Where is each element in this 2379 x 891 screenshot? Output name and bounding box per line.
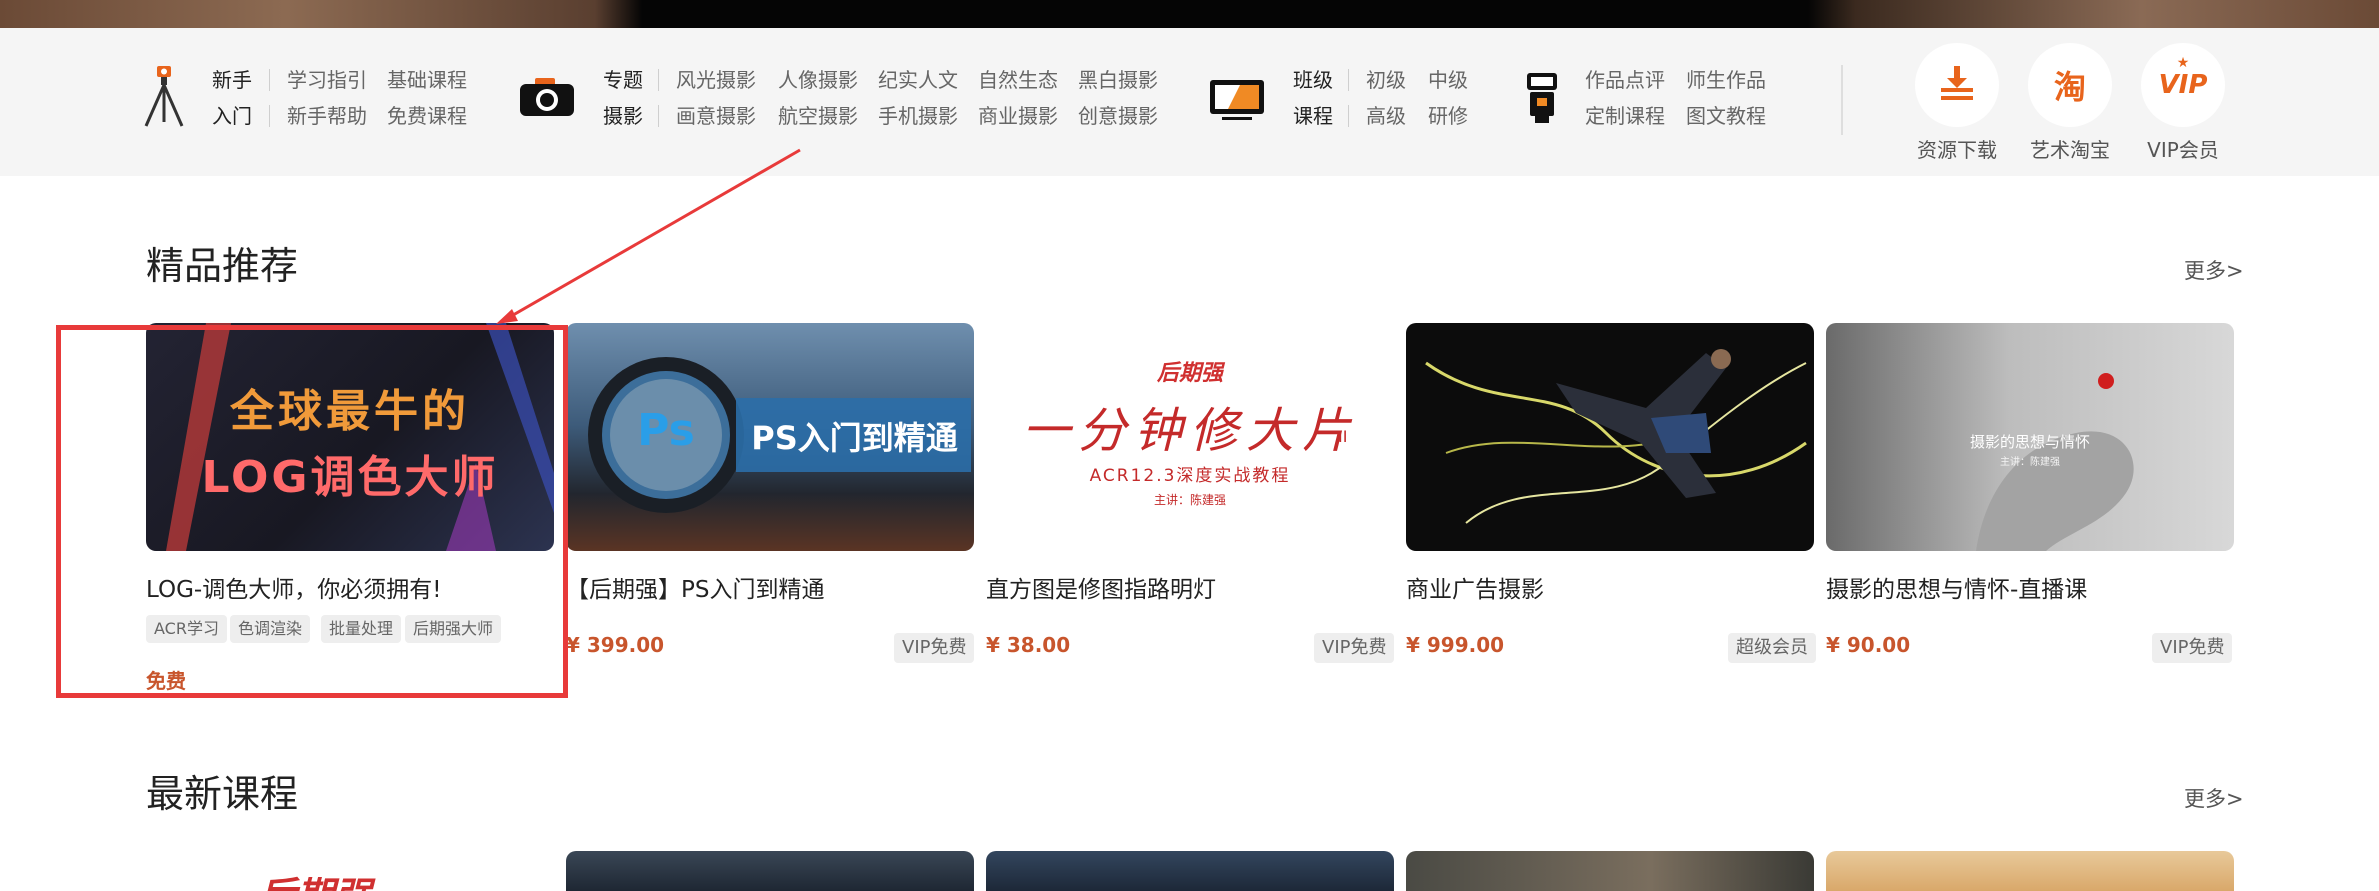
nav-head-rumen[interactable]: 入门 [212, 104, 252, 128]
vip-crown-icon: ★ [2176, 55, 2190, 71]
nav-head-sheying[interactable]: 摄影 [603, 104, 643, 128]
nav-head-banji[interactable]: 班级 [1293, 68, 1333, 92]
nav-separator [1348, 105, 1349, 127]
flash-icon [1524, 70, 1560, 130]
latest-card-1-image[interactable]: 后期强 [146, 851, 554, 891]
nav-link-portrait[interactable]: 人像摄影 [778, 68, 858, 92]
nav-link-free-course[interactable]: 免费课程 [387, 104, 467, 128]
nav-separator [269, 105, 270, 127]
monitor-icon [1208, 78, 1266, 126]
card-3-image-subtitle: ACR12.3深度实战教程 [1089, 466, 1291, 486]
nav-link-student-works[interactable]: 师生作品 [1686, 68, 1766, 92]
nav-link-commercial[interactable]: 商业摄影 [978, 104, 1058, 128]
nav-link-black-white[interactable]: 黑白摄影 [1078, 68, 1158, 92]
latest-section-title: 最新课程 [146, 772, 299, 816]
tripod-icon [142, 64, 186, 132]
card-4-title[interactable]: 商业广告摄影 [1406, 570, 1544, 604]
latest-card-1-brand: 后期强 [258, 865, 372, 891]
card-3-image-headline: 一分钟修大片 [1021, 403, 1358, 459]
card-5-price: ¥ 90.00 [1826, 633, 1911, 657]
featured-section-title: 精品推荐 [146, 244, 299, 288]
nav-separator [658, 105, 659, 127]
latest-card-2-image[interactable] [566, 851, 974, 891]
card-3-badge: VIP免费 [1314, 633, 1395, 663]
vip-button[interactable]: ★ VIP [2141, 43, 2225, 127]
nav-link-study-guide[interactable]: 学习指引 [287, 68, 367, 92]
download-icon [1937, 63, 1977, 107]
card-1-title[interactable]: LOG-调色大师，你必须拥有! [146, 570, 441, 604]
nav-link-custom-course[interactable]: 定制课程 [1585, 104, 1665, 128]
taobao-button[interactable]: 淘 [2028, 43, 2112, 127]
nav-link-aerial[interactable]: 航空摄影 [778, 104, 858, 128]
card-3-image-lecturer: 主讲：陈建强 [1153, 493, 1226, 507]
latest-more-link[interactable]: 更多> [2184, 783, 2244, 813]
nav-link-text-tutorial[interactable]: 图文教程 [1686, 104, 1766, 128]
nav-divider [1841, 65, 1843, 135]
nav-link-newbie-help[interactable]: 新手帮助 [287, 104, 367, 128]
nav-link-advanced[interactable]: 高级 [1366, 104, 1406, 128]
vip-label[interactable]: VIP会员 [2113, 134, 2253, 163]
top-banner-image [0, 0, 2379, 28]
nav-separator [1348, 69, 1349, 91]
card-1-image-line2: LOG调色大师 [201, 452, 499, 503]
card-5-title[interactable]: 摄影的思想与情怀-直播课 [1826, 570, 2087, 604]
card-1-tag[interactable]: 批量处理 [321, 615, 402, 643]
nav-link-documentary[interactable]: 纪实人文 [878, 68, 958, 92]
card-1-tag[interactable]: ACR学习 [146, 615, 227, 643]
card-2-image[interactable]: Ps PS入门到精通 [566, 323, 974, 551]
card-2-price: ¥ 399.00 [566, 633, 665, 657]
card-3-image-brand: 后期强 [1156, 361, 1223, 386]
nav-link-creative[interactable]: 创意摄影 [1078, 104, 1158, 128]
featured-more-link[interactable]: 更多> [2184, 255, 2244, 285]
card-4-badge: 超级会员 [1728, 633, 1816, 663]
vip-icon: VIP [2158, 70, 2208, 100]
card-3-title[interactable]: 直方图是修图指路明灯 [986, 570, 1216, 604]
card-5-image-title: 摄影的思想与情怀 [1969, 433, 2090, 451]
nav-link-work-review[interactable]: 作品点评 [1585, 68, 1665, 92]
nav-head-kecheng[interactable]: 课程 [1293, 104, 1333, 128]
download-button[interactable] [1915, 43, 1999, 127]
card-3-price: ¥ 38.00 [986, 633, 1071, 657]
card-4-image[interactable] [1406, 323, 1814, 551]
card-2-title[interactable]: 【后期强】PS入门到精通 [566, 570, 824, 604]
card-1-price: 免费 [146, 669, 186, 693]
nav-link-mobile[interactable]: 手机摄影 [878, 104, 958, 128]
card-2-badge: VIP免费 [894, 633, 975, 663]
nav-head-zhuanti[interactable]: 专题 [603, 68, 643, 92]
card-2-image-ps: Ps [637, 405, 695, 456]
card-4-price: ¥ 999.00 [1406, 633, 1505, 657]
card-3-image[interactable]: 后期强 一分钟修大片 II ACR12.3深度实战教程 主讲：陈建强 [986, 323, 1394, 551]
nav-head-xinshou[interactable]: 新手 [212, 68, 252, 92]
nav-link-basic-course[interactable]: 基础课程 [387, 68, 467, 92]
card-5-image-lecturer: 主讲：陈建强 [2000, 457, 2060, 468]
latest-card-3-image[interactable] [986, 851, 1394, 891]
latest-card-4-image[interactable] [1406, 851, 1814, 891]
camera-icon [518, 75, 576, 123]
card-1-image[interactable]: 全球最牛的 LOG调色大师 [146, 323, 554, 551]
card-1-tag[interactable]: 色调渲染 [230, 615, 311, 643]
card-1-image-line1: 全球最牛的 [230, 386, 470, 437]
card-2-image-title: PS入门到精通 [751, 419, 958, 457]
card-5-badge: VIP免费 [2152, 633, 2233, 663]
taobao-icon: 淘 [2053, 68, 2086, 106]
nav-link-landscape[interactable]: 风光摄影 [676, 68, 756, 92]
nav-link-beginner[interactable]: 初级 [1366, 68, 1406, 92]
card-1-tag[interactable]: 后期强大师 [405, 615, 502, 643]
nav-link-pictorial[interactable]: 画意摄影 [676, 104, 756, 128]
card-3-image-roman: II [1338, 427, 1348, 446]
latest-card-5-image[interactable] [1826, 851, 2234, 891]
nav-link-nature[interactable]: 自然生态 [978, 68, 1058, 92]
nav-separator [658, 69, 659, 91]
nav-link-intermediate[interactable]: 中级 [1428, 68, 1468, 92]
nav-link-research[interactable]: 研修 [1428, 104, 1468, 128]
nav-separator [269, 69, 270, 91]
card-5-image[interactable]: 摄影的思想与情怀 主讲：陈建强 [1826, 323, 2234, 551]
